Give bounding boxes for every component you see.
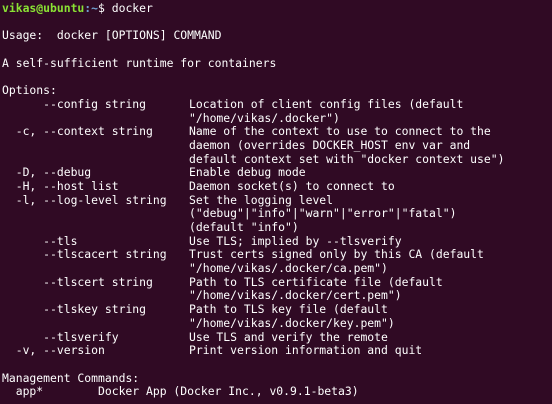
option-description: (default "info"): [189, 220, 299, 234]
option-description: "/home/vikas/.docker/key.pem"): [189, 315, 395, 330]
option-row: --config string Location of client config…: [2, 96, 552, 112]
option-description: Path to TLS certificate file (default: [189, 274, 443, 289]
management-command-row: app* Docker App (Docker Inc., v0.9.1-beta…: [2, 385, 552, 399]
prompt-command: docker: [111, 1, 153, 15]
prompt-user-host: vikas@ubuntu: [2, 1, 85, 15]
options-header: Options:: [2, 83, 57, 98]
usage-line: Usage: docker [OPTIONS] COMMAND: [2, 28, 222, 43]
option-row: -v, --version Print version information a…: [2, 343, 552, 358]
option-row: --tlskey string Path to TLS key file (def…: [2, 302, 552, 317]
option-row: -c, --context string Name of the context …: [2, 124, 552, 139]
option-flag: -D, --debug: [2, 165, 92, 180]
description-line: A self-sufficient runtime for containers: [2, 55, 277, 70]
option-row: "/home/vikas/.docker/ca.pem"): [2, 261, 552, 276]
option-description: Use TLS and verify the remote: [189, 329, 388, 344]
prompt-path: :~: [84, 1, 99, 15]
option-description: Daemon socket(s) to connect to: [189, 178, 395, 193]
option-description: Name of the context to use to connect to…: [189, 124, 491, 139]
option-row: --tlscert string Path to TLS certificate …: [2, 274, 552, 290]
option-row: --tlsverify Use TLS and verify the remote: [2, 329, 552, 345]
option-flag: -l, --log-level string: [2, 192, 167, 207]
option-row: -D, --debug Enable debug mode: [2, 166, 552, 180]
management-header: Management Commands:: [2, 370, 140, 385]
option-flag: --tls: [2, 233, 78, 248]
option-flag: -H, --host list: [2, 178, 119, 193]
option-flag: --tlscacert string: [2, 247, 167, 262]
option-description: "/home/vikas/.docker/ca.pem"): [189, 261, 388, 276]
option-description: ("debug"|"info"|"warn"|"error"|"fatal"): [189, 206, 457, 221]
option-description: Set the logging level: [189, 192, 334, 207]
terminal-window[interactable]: vikas@ubuntu:~$ docker Usage: docker [OP…: [0, 0, 552, 404]
command-description: Docker App (Docker Inc., v0.9.1-beta3): [98, 384, 359, 399]
option-row: -H, --host list Daemon socket(s) to conne…: [2, 178, 552, 194]
option-row: daemon (overrides DOCKER_HOST env var an…: [2, 137, 552, 153]
option-flag: -c, --context string: [2, 124, 153, 139]
option-flag: --tlscert string: [2, 274, 153, 289]
option-description: Trust certs signed only by this CA (defa…: [189, 247, 484, 262]
option-row: ("debug"|"info"|"warn"|"error"|"fatal"): [2, 207, 552, 221]
command-name: app*: [2, 384, 44, 399]
option-flag: --config string: [2, 96, 147, 111]
option-description: Path to TLS key file (default: [189, 302, 388, 317]
prompt-symbol: $: [98, 1, 112, 15]
option-flag: -v, --version: [2, 343, 105, 358]
option-row: default context set with "docker context…: [2, 151, 552, 167]
option-row: "/home/vikas/.docker/cert.pem"): [2, 289, 552, 303]
option-row: "/home/vikas/.docker/key.pem"): [2, 315, 552, 331]
option-description: daemon (overrides DOCKER_HOST env var an…: [189, 137, 471, 152]
option-row: (default "info"): [2, 220, 552, 235]
option-flag: --tlskey string: [2, 302, 147, 317]
management-commands-list: app* Docker App (Docker Inc., v0.9.1-beta…: [2, 385, 552, 399]
option-description: "/home/vikas/.docker"): [189, 110, 340, 125]
option-description: Location of client config files (default: [189, 96, 464, 111]
options-list: --config string Location of client config…: [2, 96, 552, 358]
option-row: --tlscacert string Trust certs signed onl…: [2, 248, 552, 262]
option-flag: --tlsverify: [2, 329, 119, 344]
option-row: --tls Use TLS; implied by --tlsverify: [2, 233, 552, 249]
option-description: Use TLS; implied by --tlsverify: [189, 233, 402, 248]
option-row: "/home/vikas/.docker"): [2, 110, 552, 126]
prompt-line: vikas@ubuntu:~$ docker: [2, 1, 552, 16]
option-row: -l, --log-level string Set the logging le…: [2, 192, 552, 208]
option-description: Enable debug mode: [189, 165, 306, 180]
option-description: Print version information and quit: [189, 343, 423, 358]
option-description: "/home/vikas/.docker/cert.pem"): [189, 288, 402, 303]
option-description: default context set with "docker context…: [189, 151, 505, 166]
